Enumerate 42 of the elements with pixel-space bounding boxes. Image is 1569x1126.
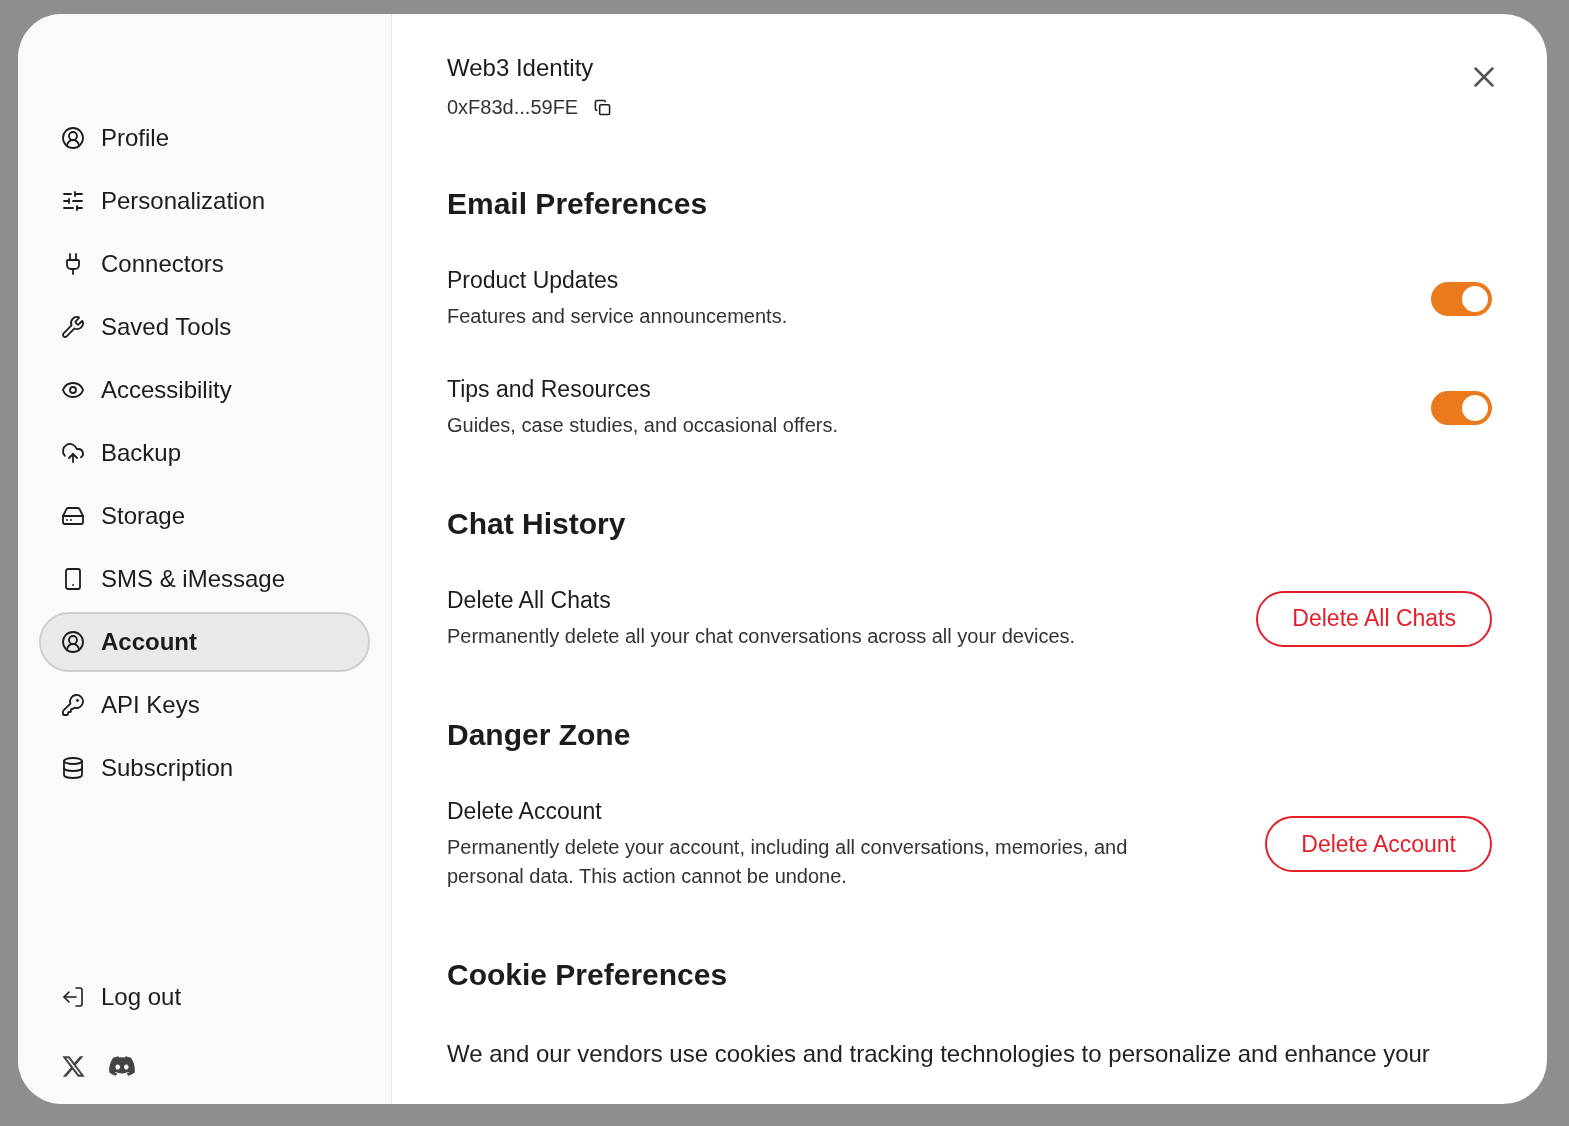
key-icon <box>61 693 85 717</box>
setting-description: Guides, case studies, and occasional offers. <box>447 413 838 438</box>
sidebar-item[interactable]: Accessibility <box>39 360 370 420</box>
sidebar-item[interactable]: Storage <box>39 486 370 546</box>
setting-title: Product Updates <box>447 266 620 294</box>
cloud-icon <box>61 441 85 465</box>
sidebar-item[interactable]: Backup <box>39 423 370 483</box>
toggle-switch[interactable] <box>1431 390 1492 425</box>
wallet-address: 0xF83d...59FE <box>447 95 579 120</box>
cookie-description: We and our vendors use cookies and tracking technologies to personalize and enhance your <box>447 1039 1431 1069</box>
x-logo-icon[interactable] <box>61 1053 86 1079</box>
sidebar-item[interactable]: Connectors <box>39 234 370 294</box>
logout-button[interactable]: Log out <box>39 972 370 1022</box>
sidebar-item[interactable]: SMS & iMessage <box>39 549 370 609</box>
wrench-icon <box>61 315 85 339</box>
sliders-icon <box>61 189 85 213</box>
section-heading: Cookie Preferences <box>447 957 729 993</box>
section-heading: Danger Zone <box>447 717 632 753</box>
delete-button[interactable]: Delete Account <box>1265 816 1492 872</box>
setting-description: Features and service announcements. <box>447 304 788 329</box>
identity-title: Web3 Identity <box>447 54 595 82</box>
sidebar-item[interactable]: Account <box>39 612 370 672</box>
setting-description: Permanently delete your account, including all conversations, memories, and personal data. This action cannot be undone. <box>447 835 1129 889</box>
copy-icon[interactable] <box>594 98 612 116</box>
section-heading: Chat History <box>447 506 627 542</box>
setting-title: Delete All Chats <box>447 586 612 614</box>
delete-button[interactable]: Delete All Chats <box>1256 590 1492 647</box>
setting-title: Tips and Resources <box>447 375 652 403</box>
sidebar-item[interactable]: Saved Tools <box>39 297 370 357</box>
hard-drive-icon <box>61 504 85 528</box>
toggle-switch[interactable] <box>1431 281 1492 316</box>
user-circle-icon <box>61 126 85 150</box>
sidebar-item[interactable]: Subscription <box>39 738 370 798</box>
logout-icon <box>61 985 85 1009</box>
section-heading: Email Preferences <box>447 186 709 222</box>
sidebar-item[interactable]: API Keys <box>39 675 370 735</box>
setting-description: Permanently delete all your chat conversations across all your devices. <box>447 624 1076 649</box>
setting-title: Delete Account <box>447 797 603 825</box>
database-icon <box>61 756 85 780</box>
sidebar-item[interactable]: Personalization <box>39 171 370 231</box>
sidebar-item[interactable]: Profile <box>39 108 370 168</box>
user-circle-icon <box>61 630 85 654</box>
